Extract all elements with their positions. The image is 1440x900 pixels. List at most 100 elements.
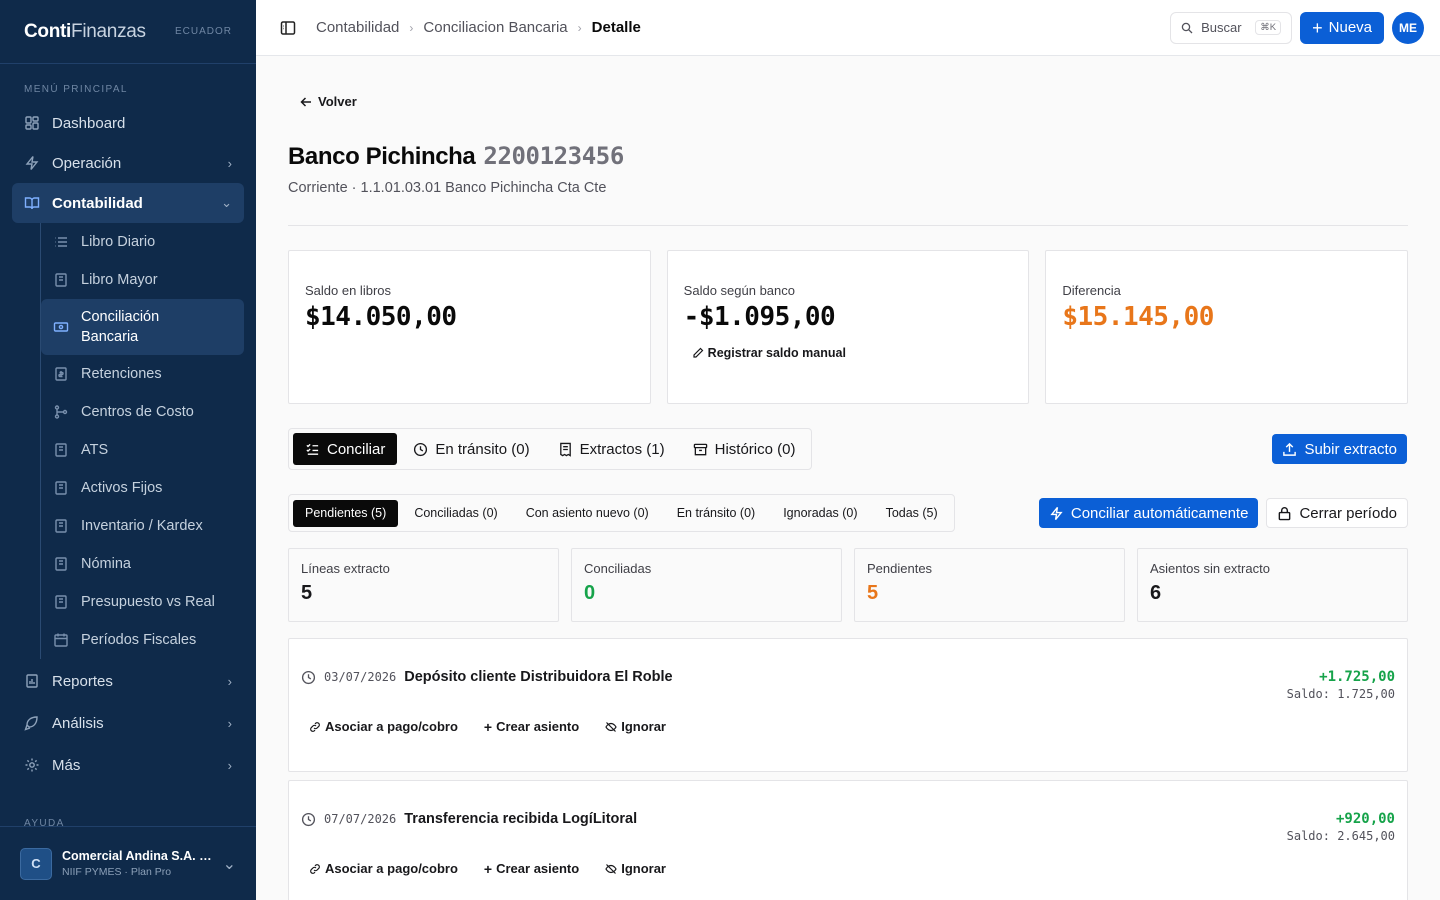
tabs-row: Conciliar En tránsito (0) Extractos (1) …: [288, 428, 1408, 470]
sidebar-subitem-retenciones[interactable]: Retenciones: [41, 355, 244, 393]
sidebar-subitem-libro-mayor[interactable]: Libro Mayor: [41, 261, 244, 299]
line-balance: Saldo: 1.725,00: [1286, 687, 1395, 701]
list-checks-icon: [305, 442, 320, 457]
card-value: -$1.095,00: [683, 302, 836, 332]
link-icon: [309, 863, 321, 875]
action-label: Ignorar: [621, 861, 666, 876]
brand-name-bold: Conti: [24, 20, 72, 42]
search-button[interactable]: Buscar ⌘K: [1170, 11, 1293, 44]
sidebar-item-label: Reportes: [52, 672, 113, 690]
search-label: Buscar: [1201, 20, 1242, 35]
sidebar-item-reportes[interactable]: Reportes ›: [12, 661, 244, 701]
sidebar-subitem-label: Conciliación Bancaria: [81, 309, 160, 345]
associate-payment-button[interactable]: Asociar a pago/cobro: [309, 861, 458, 876]
sidebar-subitem-inventario[interactable]: Inventario / Kardex: [41, 507, 244, 545]
ignore-button[interactable]: Ignorar: [605, 861, 666, 876]
sidebar-subitem-conciliacion-bancaria[interactable]: Conciliación Bancaria: [41, 299, 244, 355]
register-manual-balance-button[interactable]: Registrar saldo manual: [692, 346, 1013, 360]
chevron-right-icon: ›: [227, 715, 232, 731]
tab-en-transito[interactable]: En tránsito (0): [401, 433, 541, 465]
ledger-icon: [53, 272, 69, 288]
plus-icon: +: [483, 718, 493, 735]
chevron-right-icon: ›: [227, 757, 232, 773]
plus-icon: +: [1312, 17, 1323, 38]
sidebar-subitem-label: Períodos Fiscales: [81, 632, 197, 648]
create-entry-button[interactable]: + Crear asiento: [484, 861, 579, 876]
sidebar-subitem-periodos-fiscales[interactable]: Períodos Fiscales: [41, 621, 244, 659]
book-open-icon: [24, 195, 40, 211]
brand-region: ECUADOR: [174, 26, 232, 37]
line-date: 07/07/2026: [324, 812, 397, 826]
org-switcher[interactable]: C Comercial Andina S.A. (Demo) NIIF PYME…: [0, 826, 256, 900]
clock-icon: [301, 670, 316, 685]
stat-reconciled: Conciliadas 0: [571, 548, 842, 622]
user-avatar[interactable]: ME: [1392, 11, 1424, 44]
stat-value: 0: [584, 582, 596, 604]
filter-conciliadas[interactable]: Conciliadas (0): [402, 500, 509, 527]
sidebar-subitem-presupuesto[interactable]: Presupuesto vs Real: [41, 583, 244, 621]
pencil-icon: [692, 347, 704, 359]
sidebar-subitem-nomina[interactable]: Nómina: [41, 545, 244, 583]
dashboard-icon: [24, 115, 40, 131]
action-label: Ignorar: [621, 719, 666, 734]
sidebar-item-label: Análisis: [52, 714, 104, 732]
back-button[interactable]: Volver: [300, 94, 357, 109]
breadcrumb-current: Detalle: [591, 19, 641, 36]
card-label: Saldo según banco: [683, 283, 795, 298]
line-date: 03/07/2026: [324, 670, 397, 684]
bolt-icon: [1049, 506, 1064, 521]
sidebar-item-dashboard[interactable]: Dashboard: [12, 103, 244, 143]
tab-conciliar[interactable]: Conciliar: [293, 433, 398, 465]
lock-icon: [1277, 506, 1292, 521]
chevron-right-icon: ›: [577, 20, 582, 35]
filter-ignoradas[interactable]: Ignoradas (0): [771, 500, 869, 527]
create-entry-button[interactable]: + Crear asiento: [484, 719, 579, 734]
sidebar-subitem-label: Retenciones: [81, 366, 162, 382]
bank-card-icon: [53, 319, 69, 335]
stat-value: 5: [867, 582, 879, 604]
summary-stats: Líneas extracto 5 Conciliadas 0 Pendient…: [288, 548, 1408, 622]
sidebar-item-label: Más: [52, 756, 81, 774]
filter-con-asiento-nuevo[interactable]: Con asiento nuevo (0): [514, 500, 661, 527]
sidebar-item-analisis[interactable]: Análisis ›: [12, 703, 244, 743]
branch-icon: [53, 404, 69, 420]
breadcrumb-item[interactable]: Conciliacion Bancaria: [423, 19, 567, 36]
sidebar-subitem-centros-de-costo[interactable]: Centros de Costo: [41, 393, 244, 431]
filter-en-transito[interactable]: En tránsito (0): [665, 500, 768, 527]
action-label: Asociar a pago/cobro: [325, 861, 458, 876]
stat-label: Pendientes: [867, 561, 933, 576]
ignore-button[interactable]: Ignorar: [605, 719, 666, 734]
sidebar-section-label: MENÚ PRINCIPAL: [24, 84, 128, 95]
auto-reconcile-button[interactable]: Conciliar automáticamente: [1038, 498, 1259, 528]
bank-balance-card: Saldo según banco -$1.095,00 Registrar s…: [666, 250, 1030, 404]
stat-statement-lines: Líneas extracto 5: [288, 548, 559, 622]
close-period-button[interactable]: Cerrar período: [1266, 498, 1408, 528]
tab-historico[interactable]: Histórico (0): [681, 433, 808, 465]
brand[interactable]: Conti Finanzas ECUADOR: [0, 0, 256, 64]
breadcrumb-item[interactable]: Contabilidad: [316, 19, 399, 36]
stat-label: Asientos sin extracto: [1150, 561, 1270, 576]
bank-name: Banco Pichincha: [288, 143, 476, 170]
upload-statement-button[interactable]: Subir extracto: [1272, 434, 1407, 464]
breadcrumb: Contabilidad › Conciliacion Bancaria › D…: [316, 19, 641, 36]
sidebar-item-operacion[interactable]: Operación ›: [12, 143, 244, 183]
associate-payment-button[interactable]: Asociar a pago/cobro: [309, 719, 458, 734]
tab-extractos[interactable]: Extractos (1): [546, 433, 677, 465]
sidebar-item-mas[interactable]: Más ›: [12, 745, 244, 785]
sidebar-subitem-activos-fijos[interactable]: Activos Fijos: [41, 469, 244, 507]
sidebar-item-contabilidad[interactable]: Contabilidad ⌄: [12, 183, 244, 223]
document-icon: [53, 556, 69, 572]
sidebar-subitem-label: Centros de Costo: [81, 404, 194, 420]
sidebar-toggle-icon[interactable]: [280, 20, 296, 36]
archive-icon: [693, 442, 708, 457]
tab-label: Conciliar: [327, 440, 386, 458]
filter-todas[interactable]: Todas (5): [874, 500, 950, 527]
document-icon: [53, 518, 69, 534]
sidebar-subitem-label: Inventario / Kardex: [81, 518, 203, 534]
sidebar-subitem-libro-diario[interactable]: Libro Diario: [41, 223, 244, 261]
filter-pendientes[interactable]: Pendientes (5): [293, 499, 399, 527]
card-label: Diferencia: [1062, 283, 1121, 298]
sidebar-subitem-ats[interactable]: ATS: [41, 431, 244, 469]
action-label: Asociar a pago/cobro: [325, 719, 458, 734]
new-button[interactable]: + Nueva: [1300, 11, 1384, 44]
